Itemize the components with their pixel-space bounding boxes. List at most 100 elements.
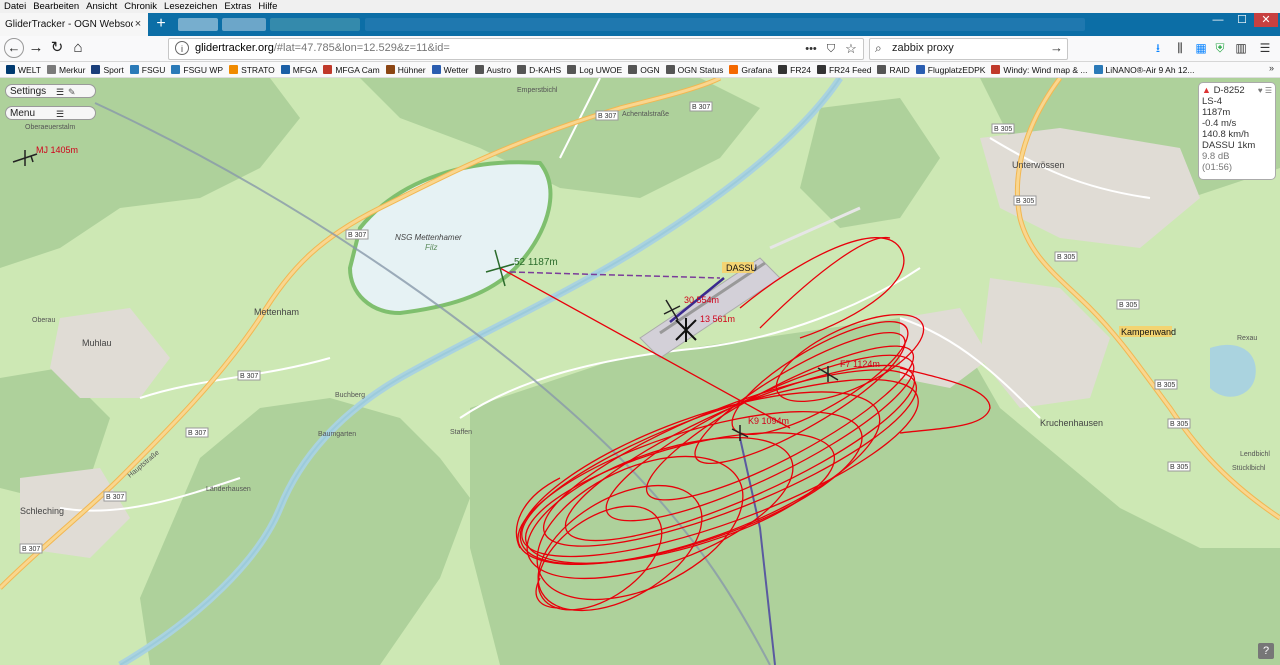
menu-item-lesezeichen[interactable]: Lesezeichen [164, 1, 217, 12]
hamburger-menu-icon[interactable]: ☰ [1256, 39, 1274, 57]
page-actions-icon[interactable]: ••• [803, 40, 819, 58]
minimize-button[interactable]: — [1206, 13, 1230, 27]
bookmark-item[interactable]: Merkur [46, 65, 85, 75]
aircraft-label-mj[interactable]: MJ 1405m [36, 145, 78, 155]
bookmark-item[interactable]: Log UWOE [567, 65, 622, 75]
bookmark-item[interactable]: FSGU WP [171, 65, 223, 75]
menu-item-ansicht[interactable]: Ansicht [86, 1, 117, 12]
bookmark-item[interactable]: D-KAHS [517, 65, 561, 75]
close-window-button[interactable]: ✕ [1254, 13, 1278, 27]
bookmark-item[interactable]: Austro [474, 64, 512, 75]
bookmark-favicon-icon [229, 65, 239, 74]
menu-button[interactable]: Menu ☰ [5, 106, 96, 120]
bookmarks-toolbar: WELT Merkur Sport FSGU FSGU WP STRATO MFGA MFGA… [0, 62, 1280, 78]
url-path: /#lat=47.785&lon=12.529&z=11&id= [273, 42, 450, 54]
info-panel-icons[interactable]: ♥ ☰ [1258, 85, 1272, 96]
bookmark-favicon-icon [567, 65, 577, 74]
bookmark-favicon-icon [6, 65, 15, 74]
back-button[interactable]: ← [4, 38, 24, 58]
menu-item-hilfe[interactable]: Hilfe [258, 1, 277, 12]
settings-label: Settings [10, 86, 47, 97]
bookmark-item[interactable]: Grafana [729, 65, 772, 75]
bookmark-item[interactable]: FlugplatzEDPK [915, 64, 986, 75]
svg-text:B 307: B 307 [188, 430, 206, 437]
lake-reit [1210, 344, 1256, 397]
bookmark-label: OGN Status [677, 64, 724, 75]
aircraft-label-30[interactable]: 30 554m [684, 295, 719, 305]
library-icon[interactable]: ⫼ [1171, 39, 1189, 57]
extension-icon[interactable]: ▦ [1192, 39, 1210, 57]
menu-item-chronik[interactable]: Chronik [124, 1, 157, 12]
label-nsg-line1: NSG Mettenhamer [395, 233, 462, 242]
new-tab-button[interactable]: + [152, 15, 170, 33]
aircraft-info-panel[interactable]: ▲ D-8252 ♥ ☰ LS-4 1187m -0.4 m/s 140.8 k… [1198, 82, 1276, 180]
bookmark-item[interactable]: OGN [628, 65, 660, 75]
bookmark-label: Windy: Wind map & ... [1003, 64, 1088, 75]
bookmark-label: Wetter [443, 64, 469, 75]
info-icon[interactable]: i [175, 41, 189, 55]
road-shield: B 307 [237, 370, 261, 381]
blurred-tab[interactable] [222, 18, 266, 31]
aircraft-label-f7[interactable]: F7 1124m [840, 359, 880, 369]
url-text[interactable]: glidertracker.org/#lat=47.785&lon=12.529… [195, 42, 450, 54]
search-input[interactable]: zabbix proxy [892, 42, 954, 54]
label-oberaeuerstalm: Oberaeuerstalm [25, 124, 75, 131]
tab-close-button[interactable]: × [132, 17, 144, 31]
bookmark-item[interactable]: OGN Status [665, 64, 724, 75]
aircraft-label-52[interactable]: 52 1187m [514, 257, 558, 268]
reload-button[interactable]: ↻ [47, 38, 67, 58]
sidebar-icon[interactable]: ▥ [1232, 39, 1250, 57]
maximize-button[interactable]: ☐ [1230, 13, 1254, 27]
aircraft-label-k9[interactable]: K9 1094m [748, 416, 789, 426]
bookmark-item[interactable]: FSGU [129, 65, 165, 75]
bookmark-item[interactable]: MFGA Cam [323, 65, 380, 75]
search-bar[interactable]: ⌕ zabbix proxy → [869, 38, 1068, 60]
svg-text:B 305: B 305 [1119, 302, 1137, 309]
blurred-tab[interactable] [178, 18, 218, 31]
poi-kampenwand[interactable]: Kampenwand [1119, 326, 1176, 337]
url-bar[interactable]: i glidertracker.org/#lat=47.785&lon=12.5… [168, 38, 864, 60]
bookmark-item[interactable]: LiNANO®-Air 9 Ah 12... [1093, 65, 1194, 75]
tab-glidertracker[interactable]: GliderTracker - OGN Websocket Cli × [0, 13, 148, 36]
bookmark-label: Austro [486, 64, 512, 75]
bookmark-label: FR24 [790, 64, 811, 75]
aircraft-label-13[interactable]: 13 561m [700, 314, 735, 324]
blurred-tab[interactable] [270, 18, 360, 31]
map-canvas[interactable]: MJ 1405m 52 1187m 30 554m 13 561m F7 112… [0, 78, 1280, 665]
bookmark-item[interactable]: MFGA [280, 65, 317, 75]
menu-item-bearbeiten[interactable]: Bearbeiten [33, 1, 79, 12]
bookmark-item[interactable]: Windy: Wind map & ... [991, 64, 1088, 75]
bookmark-item[interactable]: Hühner [385, 65, 426, 75]
bookmark-item[interactable]: RAID [877, 65, 910, 75]
map-view[interactable]: MJ 1405m 52 1187m 30 554m 13 561m F7 112… [0, 78, 1280, 665]
bookmark-item[interactable]: Wetter [431, 64, 469, 75]
bookmark-star-icon[interactable]: ☆ [843, 40, 859, 58]
pocket-icon[interactable]: ⛉ [823, 40, 839, 58]
label-oberau: Oberau [32, 317, 55, 324]
home-button[interactable]: ⌂ [68, 38, 88, 58]
settings-button[interactable]: Settings ☰ ✎ [5, 84, 96, 98]
road-shield: B 305 [1167, 461, 1191, 472]
help-button[interactable]: ? [1258, 643, 1274, 659]
bookmark-label: FlugplatzEDPK [927, 64, 986, 75]
shield-icon[interactable]: ⛨ [1211, 39, 1229, 57]
bookmark-item[interactable]: FR24 Feed [816, 65, 871, 75]
bookmark-item[interactable]: STRATO [229, 65, 275, 75]
forward-button[interactable]: → [26, 38, 46, 58]
menu-item-extras[interactable]: Extras [224, 1, 251, 12]
bookmarks-overflow-button[interactable]: » [1269, 63, 1274, 73]
bookmark-item[interactable]: WELT [6, 65, 41, 75]
poi-dassu[interactable]: DASSU [722, 262, 757, 273]
menu-item-datei[interactable]: Datei [4, 1, 26, 12]
blurred-tab[interactable] [365, 18, 1085, 31]
downloads-icon[interactable]: ⭳ [1149, 39, 1167, 57]
label-lendbichl: Lendbichl [1240, 451, 1270, 458]
label-schleching: Schleching [20, 506, 64, 516]
search-go-button[interactable]: → [1050, 40, 1063, 55]
bookmark-favicon-icon [323, 65, 333, 74]
hamburger-icon: ☰ [56, 109, 65, 119]
bookmark-item[interactable]: Sport [91, 65, 124, 75]
svg-text:B 305: B 305 [1170, 464, 1188, 471]
label-buchberg: Buchberg [335, 392, 365, 399]
bookmark-item[interactable]: FR24 [778, 65, 811, 75]
